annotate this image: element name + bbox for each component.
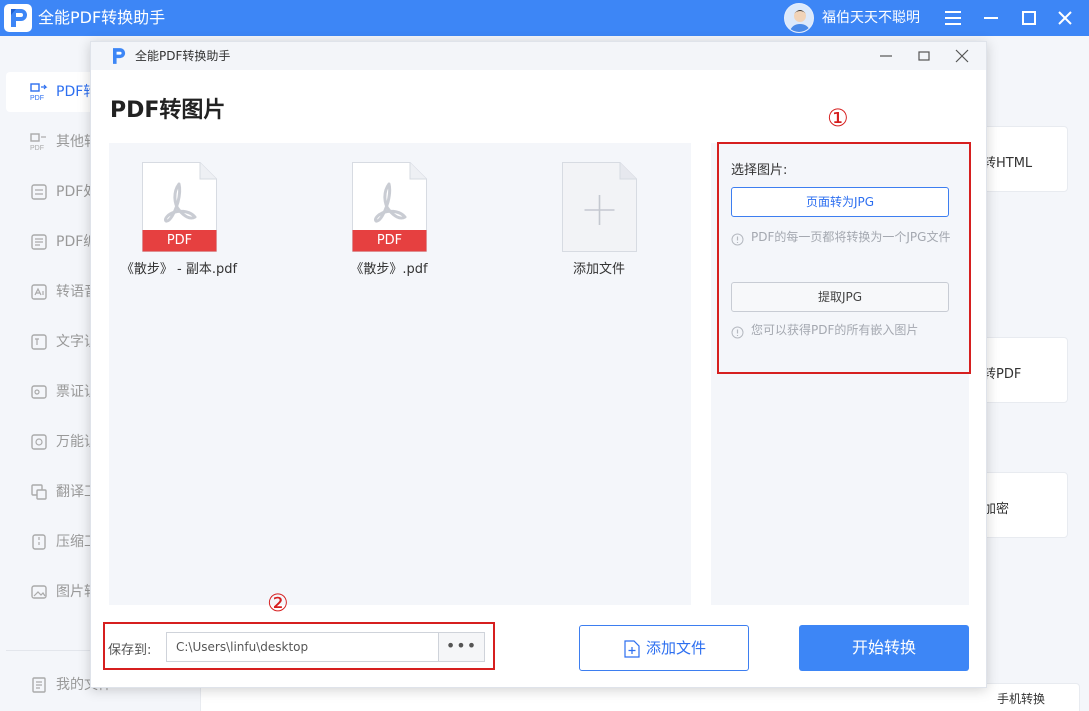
dialog-title: 全能PDF转换助手	[135, 49, 231, 63]
dialog-heading: PDF转图片	[110, 98, 226, 123]
image-convert-icon	[31, 585, 47, 599]
file-item[interactable]: PDF 《散步》.pdf	[319, 162, 459, 282]
page-to-jpg-hint: PDF的每一页都将转换为一个JPG文件	[751, 230, 951, 244]
logo-icon	[113, 48, 126, 64]
app-title: 全能PDF转换助手	[38, 8, 166, 27]
translate-icon	[31, 484, 47, 500]
menu-icon[interactable]	[941, 6, 965, 30]
user-avatar[interactable]	[784, 3, 814, 33]
close-icon[interactable]	[1053, 6, 1077, 30]
file-list: PDF 《散步》 - 副本.pdf PDF 《散步》.pdf 添加文件	[109, 143, 691, 605]
info-icon	[731, 233, 744, 246]
username[interactable]: 福伯天天不聪明	[822, 0, 920, 36]
pdf-edit-icon	[31, 234, 47, 250]
tool-card-label: 转PDF	[983, 367, 1022, 382]
pdf-process-icon	[31, 184, 47, 200]
universal-recognition-icon	[31, 434, 47, 450]
save-path-input[interactable]	[166, 632, 440, 662]
file-name: 《散步》 - 副本.pdf	[120, 262, 238, 277]
pdf-badge: PDF	[166, 233, 193, 248]
add-file-button[interactable]: 添加文件	[579, 625, 749, 671]
close-icon[interactable]	[951, 45, 973, 67]
file-item[interactable]: PDF 《散步》 - 副本.pdf	[109, 162, 249, 282]
ticket-recognition-icon	[31, 385, 47, 399]
mobile-convert-label[interactable]: 手机转换	[997, 690, 1045, 707]
minimize-icon[interactable]	[979, 6, 1003, 30]
pdf-badge: PDF	[376, 233, 403, 248]
to-speech-icon	[31, 284, 47, 300]
pdf-convert-icon: PDF	[30, 83, 48, 101]
extract-jpg-hint: 您可以获得PDF的所有嵌入图片	[751, 323, 919, 337]
annotation-number-2: ②	[267, 589, 289, 617]
options-title: 选择图片:	[731, 163, 788, 178]
file-name: 《散步》.pdf	[350, 262, 428, 277]
minimize-icon[interactable]	[875, 45, 897, 67]
extract-jpg-button[interactable]: 提取JPG	[731, 282, 949, 312]
start-convert-button[interactable]: 开始转换	[799, 625, 969, 671]
logo-icon	[4, 4, 32, 32]
tool-card-label: 转HTML	[983, 156, 1033, 171]
maximize-icon[interactable]	[1017, 6, 1041, 30]
svg-text:PDF: PDF	[30, 95, 44, 101]
add-file-button-label: 添加文件	[646, 639, 707, 657]
annotation-number-1: ①	[827, 104, 849, 132]
dialog-titlebar: 全能PDF转换助手	[91, 42, 986, 70]
add-file-tile[interactable]: 添加文件	[529, 162, 669, 282]
add-file-label: 添加文件	[572, 262, 625, 277]
save-to-label: 保存到:	[108, 643, 152, 658]
pdf-to-image-dialog: 全能PDF转换助手 PDF转图片 PDF 《散步》 - 副本.pdf PDF 《…	[90, 41, 987, 688]
text-recognition-icon	[31, 334, 47, 350]
page-to-jpg-button[interactable]: 页面转为JPG	[731, 187, 949, 217]
add-file-icon	[624, 640, 640, 658]
app-titlebar: 全能PDF转换助手 福伯天天不聪明	[0, 0, 1089, 36]
add-file-icon	[562, 162, 637, 252]
svg-text:PDF: PDF	[30, 145, 44, 151]
info-icon	[731, 326, 744, 339]
maximize-icon[interactable]	[913, 45, 935, 67]
compress-icon	[32, 534, 46, 550]
my-files-icon	[32, 677, 46, 693]
other-convert-icon: PDF	[30, 133, 46, 151]
browse-button[interactable]: •••	[438, 632, 485, 662]
